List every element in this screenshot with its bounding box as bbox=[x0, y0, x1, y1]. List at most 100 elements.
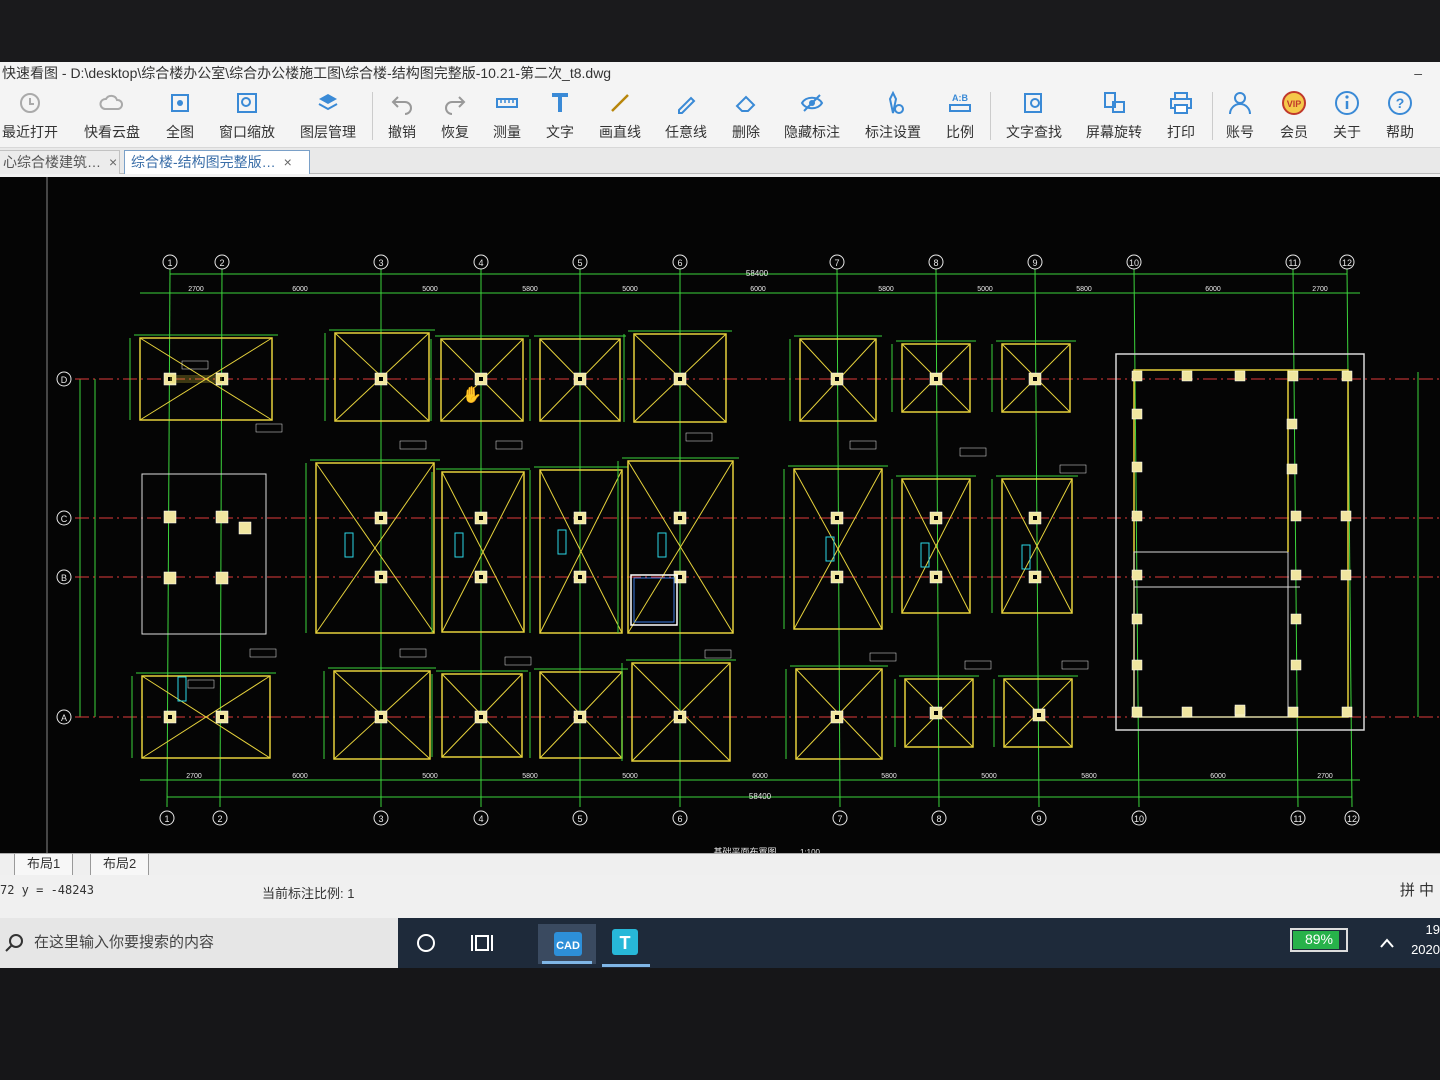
tool-text-search-button[interactable]: 文字查找 bbox=[1004, 84, 1064, 148]
axis-label-top: 4 bbox=[478, 258, 483, 268]
tool-rotate-screen-button[interactable]: 屏幕旋转 bbox=[1084, 84, 1144, 148]
tool-layers-button[interactable]: 图层管理 bbox=[298, 84, 358, 148]
toolbar: 最近打开 快看云盘 全图 窗口缩放 图层管理 撤销 恢复 测量 文字 画直线 任意线 删除 隐藏标注 标注… bbox=[0, 84, 1440, 148]
redo-icon bbox=[442, 90, 468, 116]
tool-clock-button[interactable]: 最近打开 bbox=[0, 84, 60, 148]
axis-label-top: 12 bbox=[1342, 258, 1352, 268]
tab-structure[interactable]: 综合楼-结构图完整版… × bbox=[124, 150, 310, 174]
tool-annotation-settings-button[interactable]: 标注设置 bbox=[863, 84, 923, 148]
tool-ruler-button[interactable]: 测量 bbox=[477, 84, 537, 148]
close-icon[interactable]: × bbox=[109, 154, 117, 170]
app-window: 快速看图 - D:\desktop\综合楼办公室\综合办公楼施工图\综合楼-结构… bbox=[0, 62, 1440, 918]
annotation-tag bbox=[1061, 660, 1089, 670]
tool-vip-button[interactable]: VIP 会员 bbox=[1264, 84, 1324, 148]
tab-layout-1[interactable]: 布局1 bbox=[14, 854, 74, 876]
column-core bbox=[168, 715, 172, 719]
column-core bbox=[578, 575, 582, 579]
axis-label-bottom: 1 bbox=[164, 814, 169, 824]
tray-expand-button[interactable] bbox=[1372, 918, 1402, 968]
tool-help-button[interactable]: ? 帮助 bbox=[1370, 84, 1430, 148]
annotation-tag bbox=[964, 660, 992, 670]
tool-label: 打印 bbox=[1167, 124, 1195, 140]
axis-label-bottom: 8 bbox=[936, 814, 941, 824]
dimension-top: 6000 bbox=[292, 286, 308, 293]
ime-indicator[interactable]: 拼 中 bbox=[1400, 879, 1434, 900]
layout-tabs: 布局1 布局2 bbox=[0, 853, 1440, 876]
tool-cloud-button[interactable]: 快看云盘 bbox=[82, 84, 142, 148]
screen-bezel-top bbox=[0, 0, 1440, 62]
column bbox=[1131, 370, 1143, 382]
taskbar-search-box[interactable]: 在这里输入你要搜索的内容 bbox=[0, 918, 398, 968]
hand-cursor-icon: ✋ bbox=[462, 385, 482, 404]
undo-icon bbox=[389, 90, 415, 116]
cursor-coordinates: 72 y = -48243 bbox=[0, 883, 94, 897]
axis-label-top: 9 bbox=[1032, 258, 1037, 268]
tool-account-button[interactable]: 账号 bbox=[1210, 84, 1270, 148]
taskbar-app-cad-viewer[interactable]: CAD bbox=[538, 924, 596, 964]
column bbox=[1131, 510, 1143, 522]
tab-layout-2[interactable]: 布局2 bbox=[90, 854, 150, 876]
dimension-top: 5800 bbox=[878, 286, 894, 293]
column-core bbox=[479, 715, 483, 719]
drawing-title: 基础平面布置图 bbox=[713, 846, 776, 853]
axis-label-top: 7 bbox=[834, 258, 839, 268]
tool-eraser-button[interactable]: 删除 bbox=[716, 84, 776, 148]
column-core bbox=[479, 516, 483, 520]
tool-info-button[interactable]: 关于 bbox=[1317, 84, 1377, 148]
tool-hide-eye-button[interactable]: 隐藏标注 bbox=[782, 84, 842, 148]
svg-text:?: ? bbox=[1396, 95, 1405, 111]
tool-redo-button[interactable]: 恢复 bbox=[425, 84, 485, 148]
tool-undo-button[interactable]: 撤销 bbox=[372, 84, 432, 148]
cortana-button[interactable] bbox=[408, 918, 444, 968]
close-icon[interactable]: × bbox=[284, 154, 292, 170]
drawing-canvas[interactable]: 1 1 2 2 3 3 4 4 5 5 6 6 7 7 8 8 9 9 10 10 11 11 12 12 D C B A 58400 5… bbox=[0, 177, 1440, 853]
task-view-button[interactable] bbox=[462, 918, 502, 968]
tool-line-button[interactable]: 画直线 bbox=[590, 84, 650, 148]
freehand-icon bbox=[673, 90, 699, 116]
dimension-top: 5000 bbox=[977, 286, 993, 293]
annotation-tag bbox=[255, 423, 283, 433]
tool-label: 关于 bbox=[1333, 124, 1361, 140]
pile bbox=[238, 521, 252, 535]
column bbox=[1287, 370, 1299, 382]
clock-date: 2020 bbox=[1411, 942, 1440, 957]
tool-scale-button[interactable]: A:B 比例 bbox=[930, 84, 990, 148]
dimension-total-top: 58400 bbox=[746, 269, 769, 278]
text-icon bbox=[547, 90, 573, 116]
svg-text:VIP: VIP bbox=[1287, 99, 1302, 109]
info-icon bbox=[1334, 90, 1360, 116]
minimize-button[interactable]: – bbox=[1414, 62, 1422, 84]
pile-cap-outline bbox=[141, 473, 267, 635]
column-core bbox=[678, 575, 682, 579]
tool-label: 最近打开 bbox=[2, 124, 58, 140]
tool-label: 比例 bbox=[946, 124, 974, 140]
tool-text-button[interactable]: 文字 bbox=[530, 84, 590, 148]
axis-label-left: A bbox=[61, 713, 67, 723]
selection-highlight bbox=[633, 577, 675, 623]
cyan-label bbox=[657, 532, 667, 558]
cyan-label bbox=[177, 676, 187, 702]
dimension-bottom: 5800 bbox=[1081, 773, 1097, 780]
tool-label: 删除 bbox=[732, 124, 760, 140]
taskbar-clock[interactable]: 19 2020 bbox=[1411, 920, 1440, 960]
tool-fullview-button[interactable]: 全图 bbox=[150, 84, 210, 148]
battery-indicator[interactable]: 89% bbox=[1290, 928, 1348, 952]
pile bbox=[215, 571, 229, 585]
column bbox=[1286, 463, 1298, 475]
column-core bbox=[934, 575, 938, 579]
column bbox=[1131, 659, 1143, 671]
axis-label-top: 10 bbox=[1129, 258, 1139, 268]
tool-label: 窗口缩放 bbox=[219, 124, 275, 140]
pile bbox=[215, 510, 229, 524]
annotation-tag bbox=[704, 649, 732, 659]
tab-architecture[interactable]: 心综合楼建筑… × bbox=[0, 150, 120, 174]
tool-printer-button[interactable]: 打印 bbox=[1151, 84, 1211, 148]
axis-label-bottom: 12 bbox=[1347, 814, 1357, 824]
axis-label-bottom: 4 bbox=[478, 814, 483, 824]
tool-freehand-button[interactable]: 任意线 bbox=[656, 84, 716, 148]
taskbar-app-text[interactable]: T bbox=[598, 918, 654, 968]
column bbox=[1131, 569, 1143, 581]
dimension-top: 5000 bbox=[422, 286, 438, 293]
tool-zoom-window-button[interactable]: 窗口缩放 bbox=[217, 84, 277, 148]
axis-label-top: 5 bbox=[577, 258, 582, 268]
